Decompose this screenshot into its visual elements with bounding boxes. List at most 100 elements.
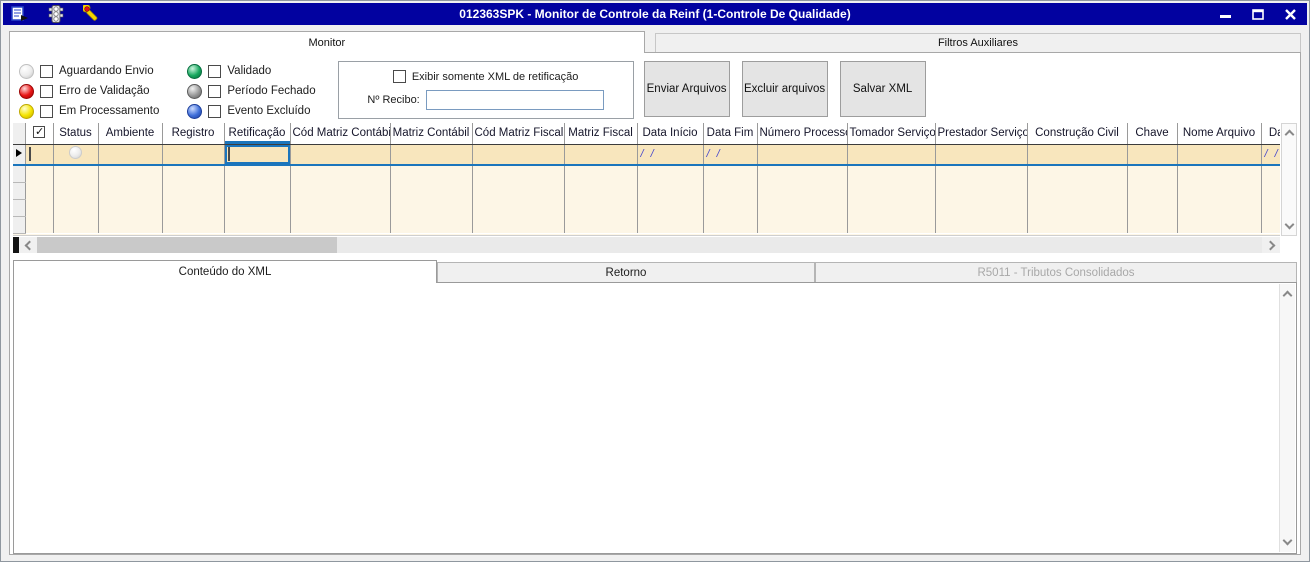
salvar-xml-button[interactable]: Salvar XML	[839, 61, 926, 117]
column-header-data-inicio[interactable]: Data Início	[637, 123, 704, 145]
row-data-fim-cell[interactable]: / /	[703, 144, 758, 166]
row-matriz-contabil-cell[interactable]	[390, 144, 473, 166]
column-header-tomador-servico[interactable]: Tomador Serviço	[847, 123, 936, 145]
tab-monitor[interactable]: Monitor	[9, 31, 645, 53]
enviar-arquivos-button[interactable]: Enviar Arquivos	[643, 61, 730, 117]
scroll-up-icon[interactable]	[1284, 129, 1294, 140]
row-marker-icon	[15, 149, 22, 158]
filter-groupbox: Exibir somente XML de retificação Nº Rec…	[337, 61, 634, 119]
column-header-prestador-servico[interactable]: Prestador Serviço	[935, 123, 1028, 145]
column-header-status[interactable]: Status	[53, 123, 99, 145]
exibir-retificacao-checkbox[interactable]	[392, 70, 406, 83]
excluir-arquivos-button[interactable]: Excluir arquivos	[741, 61, 828, 117]
grid-header-row: Status Ambiente Registro Retificação Cód…	[13, 123, 1280, 145]
row-nome-arquivo-cell[interactable]	[1177, 144, 1262, 166]
select-all-checkbox[interactable]	[33, 125, 45, 138]
status-yellow-ball-icon	[19, 103, 34, 119]
horizontal-scrollbar-thumb[interactable]	[37, 237, 337, 253]
row-ambiente-cell[interactable]	[98, 144, 163, 166]
xml-content-area[interactable]	[14, 283, 1278, 553]
column-header-construcao-civil[interactable]: Construção Civil	[1027, 123, 1128, 145]
grid-vertical-scrollbar[interactable]	[1281, 123, 1297, 236]
column-header-nome-arquivo[interactable]: Nome Arquivo	[1177, 123, 1262, 145]
scroll-down-icon[interactable]	[1284, 219, 1294, 230]
aguardando-envio-checkbox[interactable]	[40, 64, 53, 78]
column-header-matriz-fiscal[interactable]: Matriz Fiscal	[564, 123, 638, 145]
empty-cell	[472, 199, 565, 216]
column-header-select[interactable]	[25, 123, 54, 145]
column-header-registro[interactable]: Registro	[162, 123, 225, 145]
row-construcao-civil-cell[interactable]	[1027, 144, 1128, 166]
grid-row-selected[interactable]: / / / / / /	[13, 144, 1280, 166]
row-tomador-servico-cell[interactable]	[847, 144, 936, 166]
horizontal-scrollbar-track[interactable]	[337, 237, 1262, 253]
content-scroll-down-icon[interactable]	[1282, 535, 1293, 546]
column-header-data-fim[interactable]: Data Fim	[703, 123, 758, 145]
row-select-cell[interactable]	[25, 144, 54, 166]
erro-validacao-checkbox[interactable]	[40, 84, 53, 98]
row-cod-matriz-contabil-cell[interactable]	[290, 144, 391, 166]
column-header-data[interactable]: Data	[1261, 123, 1280, 145]
em-processamento-checkbox[interactable]	[40, 104, 53, 118]
column-header-retificacao[interactable]: Retificação	[224, 123, 291, 145]
empty-cell	[162, 165, 225, 182]
scroll-right-button[interactable]	[1262, 237, 1280, 253]
row-status-cell[interactable]	[53, 144, 99, 166]
empty-cell	[390, 216, 473, 233]
wrench-icon[interactable]	[81, 5, 103, 23]
empty-cell	[935, 199, 1028, 216]
empty-cell	[1177, 182, 1262, 199]
tab-filtros-auxiliares[interactable]: Filtros Auxiliares	[654, 33, 1301, 53]
export-document-icon[interactable]	[9, 5, 31, 23]
column-header-cod-matriz-fiscal[interactable]: Cód Matriz Fiscal	[472, 123, 565, 145]
maximize-button[interactable]	[1247, 5, 1269, 23]
empty-cell	[53, 165, 99, 182]
row-data-inicio-cell[interactable]: / /	[637, 144, 704, 166]
row-numero-processo-cell[interactable]	[757, 144, 848, 166]
empty-cell	[224, 182, 291, 199]
legend-item-validado: Validado	[187, 63, 315, 79]
grid-horizontal-scrollbar[interactable]	[13, 237, 1280, 253]
empty-cell	[1261, 165, 1280, 182]
row-retificacao-checkbox[interactable]	[227, 147, 230, 162]
minimize-button[interactable]	[1215, 5, 1237, 23]
empty-cell	[1261, 199, 1280, 216]
row-registro-cell[interactable]	[162, 144, 225, 166]
empty-cell	[98, 216, 163, 233]
legend-item-periodo: Período Fechado	[187, 83, 316, 99]
content-vertical-scrollbar[interactable]	[1279, 284, 1295, 552]
empty-cell	[637, 216, 704, 233]
empty-row-header	[13, 199, 26, 217]
row-matriz-fiscal-cell[interactable]	[564, 144, 638, 166]
legend-item-aguardando: Aguardando Envio	[19, 63, 159, 79]
validado-checkbox[interactable]	[208, 64, 222, 78]
evento-excluido-checkbox[interactable]	[208, 104, 222, 118]
row-prestador-servico-cell[interactable]	[935, 144, 1028, 166]
column-header-numero-processo[interactable]: Número Processo	[757, 123, 848, 145]
legend-label: Em Processamento	[59, 105, 160, 117]
row-cod-matriz-fiscal-cell[interactable]	[472, 144, 565, 166]
data-inicio-value: / /	[640, 148, 656, 161]
empty-cell	[703, 182, 758, 199]
row-retificacao-cell[interactable]	[224, 144, 291, 166]
column-header-matriz-contabil[interactable]: Matriz Contábil	[390, 123, 473, 145]
column-header-cod-matriz-contabil[interactable]: Cód Matriz Contábil	[290, 123, 391, 145]
recibo-input[interactable]	[425, 90, 604, 110]
column-header-ambiente[interactable]: Ambiente	[98, 123, 163, 145]
tab-retorno[interactable]: Retorno	[437, 262, 815, 283]
close-icon[interactable]	[1279, 5, 1301, 23]
row-data-cell[interactable]: / /	[1261, 144, 1280, 166]
status-red-ball-icon	[19, 83, 34, 99]
column-header-chave[interactable]: Chave	[1127, 123, 1178, 145]
tab-conteudo-xml[interactable]: Conteúdo do XML	[13, 260, 437, 283]
traffic-light-icon[interactable]	[45, 5, 67, 23]
row-select-checkbox[interactable]	[28, 147, 31, 162]
legend-label: Aguardando Envio	[59, 65, 154, 77]
periodo-fechado-checkbox[interactable]	[208, 84, 222, 98]
row-chave-cell[interactable]	[1127, 144, 1178, 166]
empty-cell	[25, 182, 54, 199]
detail-tabstrip: Conteúdo do XML Retorno R5011 - Tributos…	[13, 260, 1297, 283]
scroll-left-button[interactable]	[19, 237, 37, 253]
empty-cell	[703, 165, 758, 182]
content-scroll-up-icon[interactable]	[1282, 290, 1293, 301]
